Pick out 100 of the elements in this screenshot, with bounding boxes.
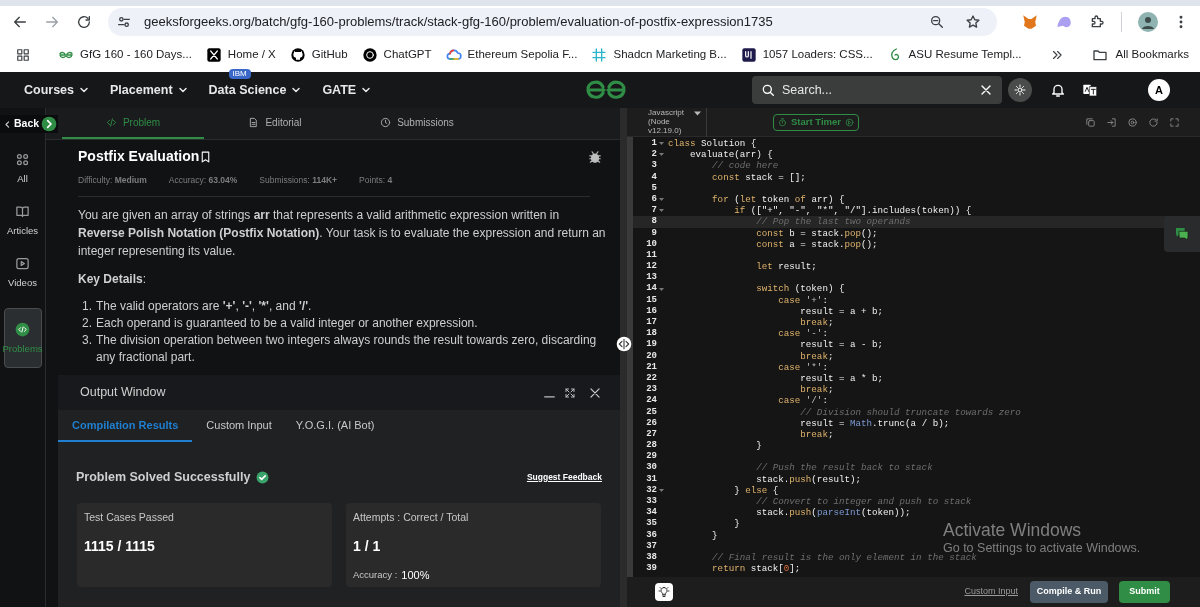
- compile-run-button[interactable]: Compile & Run: [1030, 581, 1108, 603]
- fold-icon[interactable]: [659, 153, 664, 157]
- site-settings-icon[interactable]: [116, 14, 132, 30]
- tab[interactable]: Editorial: [204, 108, 346, 139]
- notification-bell-icon[interactable]: [1050, 82, 1066, 98]
- bookmark-item[interactable]: Shadcn Marketing B...: [591, 46, 727, 64]
- all-bookmarks-item[interactable]: All Bookmarks: [1091, 46, 1190, 64]
- start-timer-button[interactable]: Start Timer: [773, 113, 859, 131]
- line-number: 4: [650, 171, 657, 183]
- bookmark-item[interactable]: ASU Resume Templ...: [886, 46, 1022, 64]
- code-icon: [105, 117, 117, 128]
- accuracy-value: 100%: [401, 567, 430, 583]
- list-number: 3.: [82, 331, 92, 349]
- address-bar[interactable]: geeksforgeeks.org/batch/gfg-160-problems/track/stack-gfg-160/problem/evaluation-of-postfix-expression1735: [108, 8, 997, 36]
- search-field[interactable]: Search...: [752, 76, 1002, 104]
- import-icon[interactable]: [1106, 116, 1117, 128]
- tab[interactable]: Submissions: [346, 108, 488, 139]
- line-number: 30: [645, 462, 657, 474]
- card-label: Attempts : Correct / Total: [353, 509, 470, 525]
- fold-icon[interactable]: [659, 142, 664, 146]
- extensions-icon[interactable]: [1089, 14, 1105, 30]
- suggest-feedback-link[interactable]: Suggest Feedback: [526, 471, 602, 484]
- fold-icon[interactable]: [659, 198, 664, 202]
- bookmark-item[interactable]: Ethereum Sepolia F...: [445, 46, 578, 64]
- output-tab[interactable]: Compilation Results: [58, 410, 193, 442]
- code-line: } else {: [733, 484, 779, 496]
- line-number: 12: [645, 261, 657, 273]
- apps-icon[interactable]: [16, 48, 30, 62]
- custom-input-link[interactable]: Custom Input: [964, 585, 1018, 599]
- nav-menu-item[interactable]: GATE: [322, 80, 373, 100]
- fox-extension-icon[interactable]: [1021, 13, 1039, 31]
- reset-icon[interactable]: [1148, 116, 1159, 128]
- code-line: }: [711, 529, 718, 541]
- nav-menu-item[interactable]: Placement: [110, 80, 189, 100]
- code-line: }: [755, 440, 762, 452]
- output-window-title: Output Window: [80, 384, 167, 402]
- line-number: 24: [645, 395, 657, 407]
- back-icon[interactable]: [12, 14, 28, 30]
- nav-menu-item[interactable]: Courses: [24, 80, 91, 100]
- sidebar-item[interactable]: All: [3, 152, 42, 184]
- chat-bubbles-icon: [1174, 226, 1190, 242]
- nav-menu-item[interactable]: Data Science: [208, 80, 303, 100]
- x-logo-icon: [205, 47, 222, 63]
- back-button[interactable]: Back: [0, 115, 59, 133]
- sun-icon: [1014, 84, 1026, 96]
- line-number: 6: [650, 193, 657, 206]
- bookmark-item[interactable]: GfG 160 - 160 Days...: [58, 46, 192, 64]
- check-circle-icon: [256, 470, 270, 484]
- chat-button[interactable]: [1164, 216, 1200, 252]
- line-number: 3: [650, 160, 657, 172]
- output-tab[interactable]: Custom Input: [196, 410, 282, 442]
- fullscreen-icon[interactable]: [1169, 116, 1180, 128]
- fold-icon[interactable]: [659, 209, 664, 213]
- hash-icon: [591, 47, 608, 63]
- translate-icon[interactable]: [1082, 82, 1098, 98]
- problem-meta: Submissions: 114K+: [259, 174, 338, 187]
- sidebar-item[interactable]: Videos: [3, 256, 42, 288]
- code-line: case '*':: [777, 361, 828, 373]
- code-line: // code here: [711, 160, 779, 172]
- bookmark-item[interactable]: ChatGPT: [361, 46, 432, 64]
- settings-icon[interactable]: [1127, 116, 1138, 128]
- output-tab[interactable]: Y.O.G.I. (AI Bot): [285, 410, 385, 442]
- bookmark-item[interactable]: Home / X: [205, 46, 276, 64]
- line-number: 27: [645, 428, 657, 441]
- chatgpt-logo-icon: [361, 47, 378, 63]
- code-line: result = a + b;: [799, 305, 884, 317]
- tab[interactable]: Problem: [62, 108, 204, 139]
- code-line: const b = stack.pop();: [755, 227, 878, 239]
- profile-avatar-icon[interactable]: [1138, 12, 1158, 32]
- bookmark-item[interactable]: GitHub: [289, 46, 348, 64]
- site-logo-icon[interactable]: [584, 78, 628, 102]
- cloud-icon: [445, 47, 462, 63]
- play-circle-icon: [845, 117, 854, 127]
- problem-meta: Points: 4: [359, 174, 393, 187]
- line-number: 2: [650, 149, 657, 161]
- line-number: 15: [645, 294, 657, 306]
- fold-icon[interactable]: [659, 488, 664, 492]
- code-line: case '+':: [777, 294, 828, 306]
- language-select[interactable]: Javascript (Node v12.19.0): [645, 107, 707, 137]
- url-text: geeksforgeeks.org/batch/gfg-160-problems/track/stack-gfg-160/problem/evaluation-of-postfix-expression1735: [143, 13, 774, 32]
- star-icon[interactable]: [965, 14, 981, 30]
- code-line: stack.push(result);: [755, 473, 861, 485]
- result-status: Problem Solved Successfully: [76, 469, 251, 486]
- copy-icon[interactable]: [1085, 116, 1096, 128]
- close-icon[interactable]: [588, 385, 602, 400]
- profile-avatar[interactable]: A: [1148, 79, 1170, 101]
- zoom-icon[interactable]: [929, 14, 945, 30]
- bug-icon[interactable]: [588, 149, 602, 164]
- code-line: evaluate(arr) {: [689, 149, 773, 161]
- sidebar-item[interactable]: Articles: [3, 204, 42, 236]
- expand-icon[interactable]: [564, 386, 576, 399]
- fold-icon[interactable]: [659, 287, 664, 291]
- line-number: 25: [645, 406, 657, 418]
- theme-toggle[interactable]: [1008, 78, 1032, 102]
- code-line: break;: [799, 384, 834, 396]
- bookmark-item[interactable]: 1057 Loaders: CSS...: [740, 46, 873, 64]
- code-line: const stack = [];: [711, 171, 806, 183]
- hint-button[interactable]: [655, 583, 673, 601]
- reload-icon[interactable]: [76, 14, 92, 30]
- submit-button[interactable]: Submit: [1119, 581, 1170, 603]
